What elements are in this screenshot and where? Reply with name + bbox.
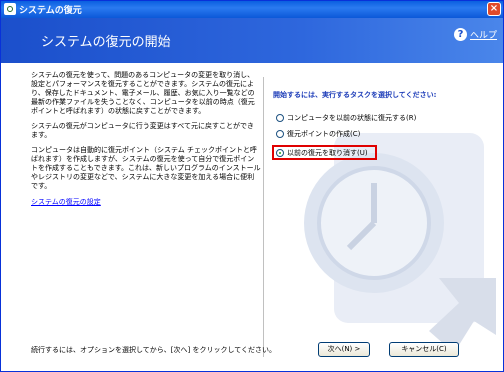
radio-button[interactable] <box>276 130 284 138</box>
next-button[interactable]: 次へ(N) > <box>318 342 370 357</box>
task-prompt: 開始するには、実行するタスクを選択してください: <box>273 91 437 99</box>
page-title: システムの復元の開始 <box>41 35 171 50</box>
title-bar[interactable]: システムの復元 × <box>1 1 503 18</box>
system-restore-icon <box>4 3 16 15</box>
radio-button[interactable] <box>276 114 284 122</box>
footer-instruction: 続行するには、オプションを選択してから、[次へ] をクリックしてください。 <box>31 346 277 354</box>
cancel-button[interactable]: キャンセル(C) <box>389 342 459 357</box>
main-content: システムの復元を使って、問題のあるコンピュータの変更を取り消し、設定とパフォーマ… <box>1 63 503 371</box>
selection-highlight <box>272 145 377 160</box>
task-panel: 開始するには、実行するタスクを選択してください: コンピュータを以前の状態に復元… <box>264 63 503 371</box>
header-banner: システムの復元の開始 ? ヘルプ <box>1 18 503 63</box>
settings-link[interactable]: システムの復元の設定 <box>31 197 261 207</box>
close-button[interactable]: × <box>487 2 501 16</box>
description-paragraph: コンピュータは自動的に復元ポイント（システム チェックポイントと呼ばれます）を作… <box>31 146 261 190</box>
clock-background-graphic <box>304 133 496 353</box>
option-restore-earlier[interactable]: コンピュータを以前の状態に復元する(R) <box>276 113 416 123</box>
system-restore-window: システムの復元 × システムの復元の開始 ? ヘルプ システムの復元を使って、問… <box>0 0 504 372</box>
option-label: 復元ポイントの作成(C) <box>287 130 361 138</box>
help-icon[interactable]: ? <box>454 28 467 41</box>
option-label: コンピュータを以前の状態に復元する(R) <box>287 114 417 122</box>
help-link[interactable]: ヘルプ <box>470 28 497 41</box>
window-title: システムの復元 <box>19 6 82 16</box>
description-paragraph: システムの復元がコンピュータに行う変更はすべて元に戻すことができます。 <box>31 122 255 139</box>
description-panel: システムの復元を使って、問題のあるコンピュータの変更を取り消し、設定とパフォーマ… <box>31 71 261 207</box>
description-paragraph: システムの復元を使って、問題のあるコンピュータの変更を取り消し、設定とパフォーマ… <box>31 71 255 115</box>
option-create-restore-point[interactable]: 復元ポイントの作成(C) <box>276 129 360 139</box>
